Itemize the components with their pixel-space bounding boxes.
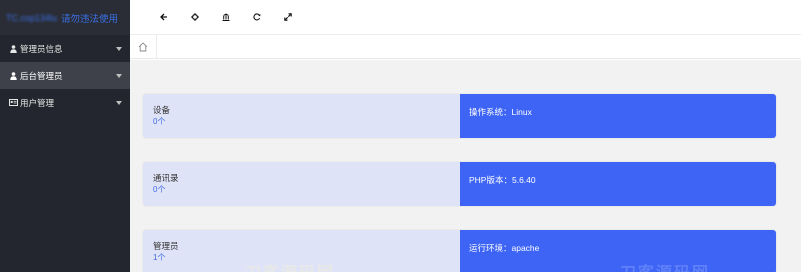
sidebar-item-label: 用户管理 <box>20 97 55 108</box>
expand-icon <box>283 13 292 21</box>
sidebar: TC.cop134lu 请勿违法使用 管理员信息 后台管理员 用户管理 <box>0 0 130 272</box>
home-building-icon <box>222 13 229 21</box>
brand-username: TC.cop134lu <box>6 12 58 23</box>
sidebar-item-backend-admin[interactable]: 后台管理员 <box>0 62 130 89</box>
chevron-down-icon <box>116 100 122 105</box>
user-icon <box>8 44 18 53</box>
back-button[interactable] <box>148 5 179 29</box>
expand-button[interactable] <box>272 5 303 29</box>
info-card-contacts: 通讯录 0个 PHP版本：5.6.40 <box>143 162 776 206</box>
card-count: 0个 <box>153 117 166 126</box>
id-card-icon <box>8 99 18 106</box>
card-info: PHP版本：5.6.40 <box>460 162 776 206</box>
user-icon <box>8 71 18 80</box>
tab-bar <box>130 35 801 59</box>
card-stat: 通讯录 0个 <box>143 162 460 206</box>
brand-notice: 请勿违法使用 <box>61 13 119 25</box>
card-count: 0个 <box>153 185 166 194</box>
watermark-left: 刀客源码网 <box>245 259 335 272</box>
refresh-button[interactable] <box>241 5 272 29</box>
home-icon <box>138 41 148 51</box>
sidebar-item-label: 管理员信息 <box>20 43 63 54</box>
sidebar-item-user-management[interactable]: 用户管理 <box>0 89 130 116</box>
home-building-button[interactable] <box>210 5 241 29</box>
info-card-devices: 设备 0个 操作系统：Linux <box>143 94 776 138</box>
chevron-down-icon <box>116 73 122 78</box>
card-info: 运行环境：apache <box>460 230 776 272</box>
card-stat: 设备 0个 <box>143 94 460 138</box>
card-title: 管理员 <box>153 241 179 251</box>
header-toolbar <box>130 0 801 35</box>
brand: TC.cop134lu 请勿违法使用 <box>0 0 130 35</box>
card-title: 通讯录 <box>153 173 179 183</box>
locate-button[interactable] <box>179 5 210 29</box>
back-arrow-icon <box>159 13 167 21</box>
watermark-right: 刀客源码网 <box>620 259 710 272</box>
sidebar-item-label: 后台管理员 <box>20 70 63 81</box>
card-info: 操作系统：Linux <box>460 94 776 138</box>
chevron-down-icon <box>116 46 122 51</box>
target-icon <box>190 13 199 21</box>
main-content: 设备 0个 操作系统：Linux 通讯录 0个 PHP版本：5.6.40 管理员… <box>130 60 801 272</box>
refresh-icon <box>252 13 260 21</box>
tab-home[interactable] <box>130 35 157 58</box>
card-title: 设备 <box>153 105 171 115</box>
sidebar-item-admin-info[interactable]: 管理员信息 <box>0 35 130 62</box>
